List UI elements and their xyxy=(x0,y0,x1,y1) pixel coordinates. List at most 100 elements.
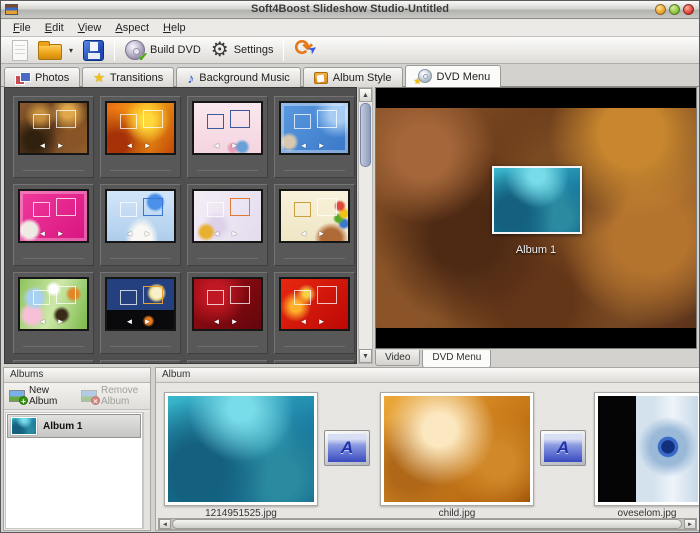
dvd-menu-template-red-fire[interactable]: ◄ ► xyxy=(274,272,355,354)
photo-item-3[interactable] xyxy=(594,392,700,506)
albums-panel: Albums + New Album × Remove Album Album … xyxy=(3,367,151,531)
dvd-menu-template-grid: ◄ ► ◄ ► ◄ ► ◄ ► ◄ ► ◄ ► ◄ ► ◄ ► ◄ ► ◄ ► xyxy=(4,87,357,364)
template-arrows-icon: ◄ ► xyxy=(20,141,87,150)
tab-background-music[interactable]: ♪ Background Music xyxy=(176,67,301,87)
open-project-button[interactable]: ▾ xyxy=(33,38,78,63)
save-project-button[interactable] xyxy=(78,38,109,63)
template-arrows-icon: ◄ ► xyxy=(281,317,348,326)
albums-scrollbar-track[interactable] xyxy=(143,412,150,529)
photo-thumbnail xyxy=(384,396,530,502)
albums-panel-header: Albums xyxy=(4,368,150,383)
transition-icon[interactable]: A xyxy=(324,430,370,466)
preview-album-thumbnail[interactable] xyxy=(492,166,582,234)
scrollbar-thumb[interactable] xyxy=(360,103,371,167)
album-thumbnail xyxy=(11,417,37,435)
maximize-button[interactable] xyxy=(669,4,680,15)
photo-thumbnail xyxy=(598,396,698,502)
template-arrows-icon: ◄ ► xyxy=(107,141,174,150)
album-scrollbar[interactable]: ◄ ► xyxy=(158,518,697,530)
toolbar-separator xyxy=(114,39,115,61)
dvd-menu-template-cartoon-party[interactable]: ◄ ► xyxy=(13,272,94,354)
template-arrows-icon: ◄ ► xyxy=(107,317,174,326)
check-icon: ✔ xyxy=(138,50,148,64)
scroll-right-icon[interactable]: ► xyxy=(684,519,696,529)
dvd-menu-template-halloween-night[interactable]: ◄ ► xyxy=(100,272,181,354)
dvd-menu-template-blue-gifts[interactable]: ◄ ► xyxy=(274,96,355,178)
build-dvd-disc-icon: ✔ xyxy=(125,40,145,60)
dvd-disc-icon: ★ xyxy=(416,69,432,84)
template-arrows-icon: ◄ ► xyxy=(194,317,261,326)
dvd-menu-template-partial[interactable] xyxy=(13,360,94,364)
cross-icon: × xyxy=(91,396,100,405)
photo-thumbnail xyxy=(168,396,314,502)
menu-file[interactable]: File xyxy=(7,21,37,35)
tab-album-style[interactable]: Album Style xyxy=(303,67,403,87)
album-panel-header: Album xyxy=(156,368,699,383)
new-album-icon: + xyxy=(9,390,25,402)
new-project-button[interactable] xyxy=(7,38,33,63)
toolbar-separator xyxy=(283,39,284,61)
template-arrows-icon: ◄ ► xyxy=(107,229,174,238)
scrollbar-thumb[interactable] xyxy=(172,519,682,529)
new-album-button[interactable]: + New Album xyxy=(6,383,76,409)
dvd-menu-template-partial[interactable] xyxy=(274,360,355,364)
album-list-item-selected[interactable]: Album 1 xyxy=(7,414,141,438)
dvd-menu-template-magenta-teddy[interactable]: ◄ ► xyxy=(13,184,94,266)
main-tab-bar: Photos ★ Transitions ♪ Background Music … xyxy=(1,65,699,87)
menu-edit[interactable]: Edit xyxy=(39,21,70,35)
title-bar: Soft4Boost Slideshow Studio-Untitled xyxy=(1,1,699,19)
photo-item-2[interactable] xyxy=(380,392,534,506)
scroll-down-icon[interactable]: ▼ xyxy=(359,349,372,363)
tab-photos[interactable]: Photos xyxy=(4,67,80,87)
app-window: Soft4Boost Slideshow Studio-Untitled Fil… xyxy=(0,0,700,533)
photo-item-1[interactable] xyxy=(164,392,318,506)
dvd-menu-template-pink-baby[interactable]: ◄ ► xyxy=(187,96,268,178)
transition-icon[interactable]: A xyxy=(540,430,586,466)
scroll-up-icon[interactable]: ▲ xyxy=(359,88,372,102)
preview-tab-bar: Video DVD Menu xyxy=(375,350,491,368)
minimize-button[interactable] xyxy=(655,4,666,15)
remove-album-button[interactable]: × Remove Album xyxy=(78,383,148,409)
template-arrows-icon: ◄ ► xyxy=(20,229,87,238)
reload-cursor-icon: ⟳ ➤ xyxy=(294,38,318,62)
settings-button[interactable]: ⚙ Settings xyxy=(206,38,279,63)
star-icon: ★ xyxy=(93,70,105,86)
dvd-menu-template-partial[interactable] xyxy=(187,360,268,364)
dvd-menu-template-dark-red[interactable]: ◄ ► xyxy=(187,272,268,354)
dvd-menu-template-fire-leaves[interactable]: ◄ ► xyxy=(100,96,181,178)
star-icon: ★ xyxy=(414,76,422,87)
template-arrows-icon: ◄ ► xyxy=(194,141,261,150)
dvd-menu-template-cream-balloons[interactable]: ◄ ► xyxy=(274,184,355,266)
open-dropdown-icon[interactable]: ▾ xyxy=(69,46,73,55)
album-style-icon xyxy=(314,72,328,84)
tab-dvd-menu-preview[interactable]: DVD Menu xyxy=(422,350,491,368)
tab-transitions[interactable]: ★ Transitions xyxy=(82,67,174,87)
window-controls xyxy=(655,4,694,15)
dvd-menu-template-blue-balloon-cake[interactable]: ◄ ► xyxy=(100,184,181,266)
gear-icon: ⚙ xyxy=(211,40,229,60)
menu-help[interactable]: Help xyxy=(157,21,192,35)
scroll-left-icon[interactable]: ◄ xyxy=(159,519,171,529)
template-arrows-icon: ◄ ► xyxy=(281,229,348,238)
build-dvd-button[interactable]: ✔ Build DVD xyxy=(120,38,206,63)
menu-bar: File Edit View Aspect Help xyxy=(1,19,699,37)
menu-aspect[interactable]: Aspect xyxy=(109,21,155,35)
dvd-menu-preview: Album 1 xyxy=(375,87,697,349)
menu-view[interactable]: View xyxy=(72,21,108,35)
tab-dvd-menu[interactable]: ★ DVD Menu xyxy=(405,65,502,87)
plus-icon: + xyxy=(19,396,28,405)
dvd-menu-template-partial[interactable] xyxy=(100,360,181,364)
remove-album-icon: × xyxy=(81,390,97,402)
toolbar: ▾ ✔ Build DVD ⚙ Settings ⟳ ➤ xyxy=(1,37,699,64)
album-panel: Album 1214951525.jpg A child.jpg A ovese… xyxy=(155,367,700,531)
save-floppy-icon xyxy=(83,40,104,61)
music-note-icon: ♪ xyxy=(187,70,194,86)
tab-video[interactable]: Video xyxy=(375,350,420,366)
open-folder-icon xyxy=(38,44,62,60)
templates-scrollbar[interactable]: ▲ ▼ xyxy=(358,87,373,364)
template-arrows-icon: ◄ ► xyxy=(281,141,348,150)
dvd-menu-template-autumn-leaves[interactable]: ◄ ► xyxy=(13,96,94,178)
close-button[interactable] xyxy=(683,4,694,15)
dvd-menu-template-pastel-gift[interactable]: ◄ ► xyxy=(187,184,268,266)
refresh-preview-button[interactable]: ⟳ ➤ xyxy=(289,38,323,63)
